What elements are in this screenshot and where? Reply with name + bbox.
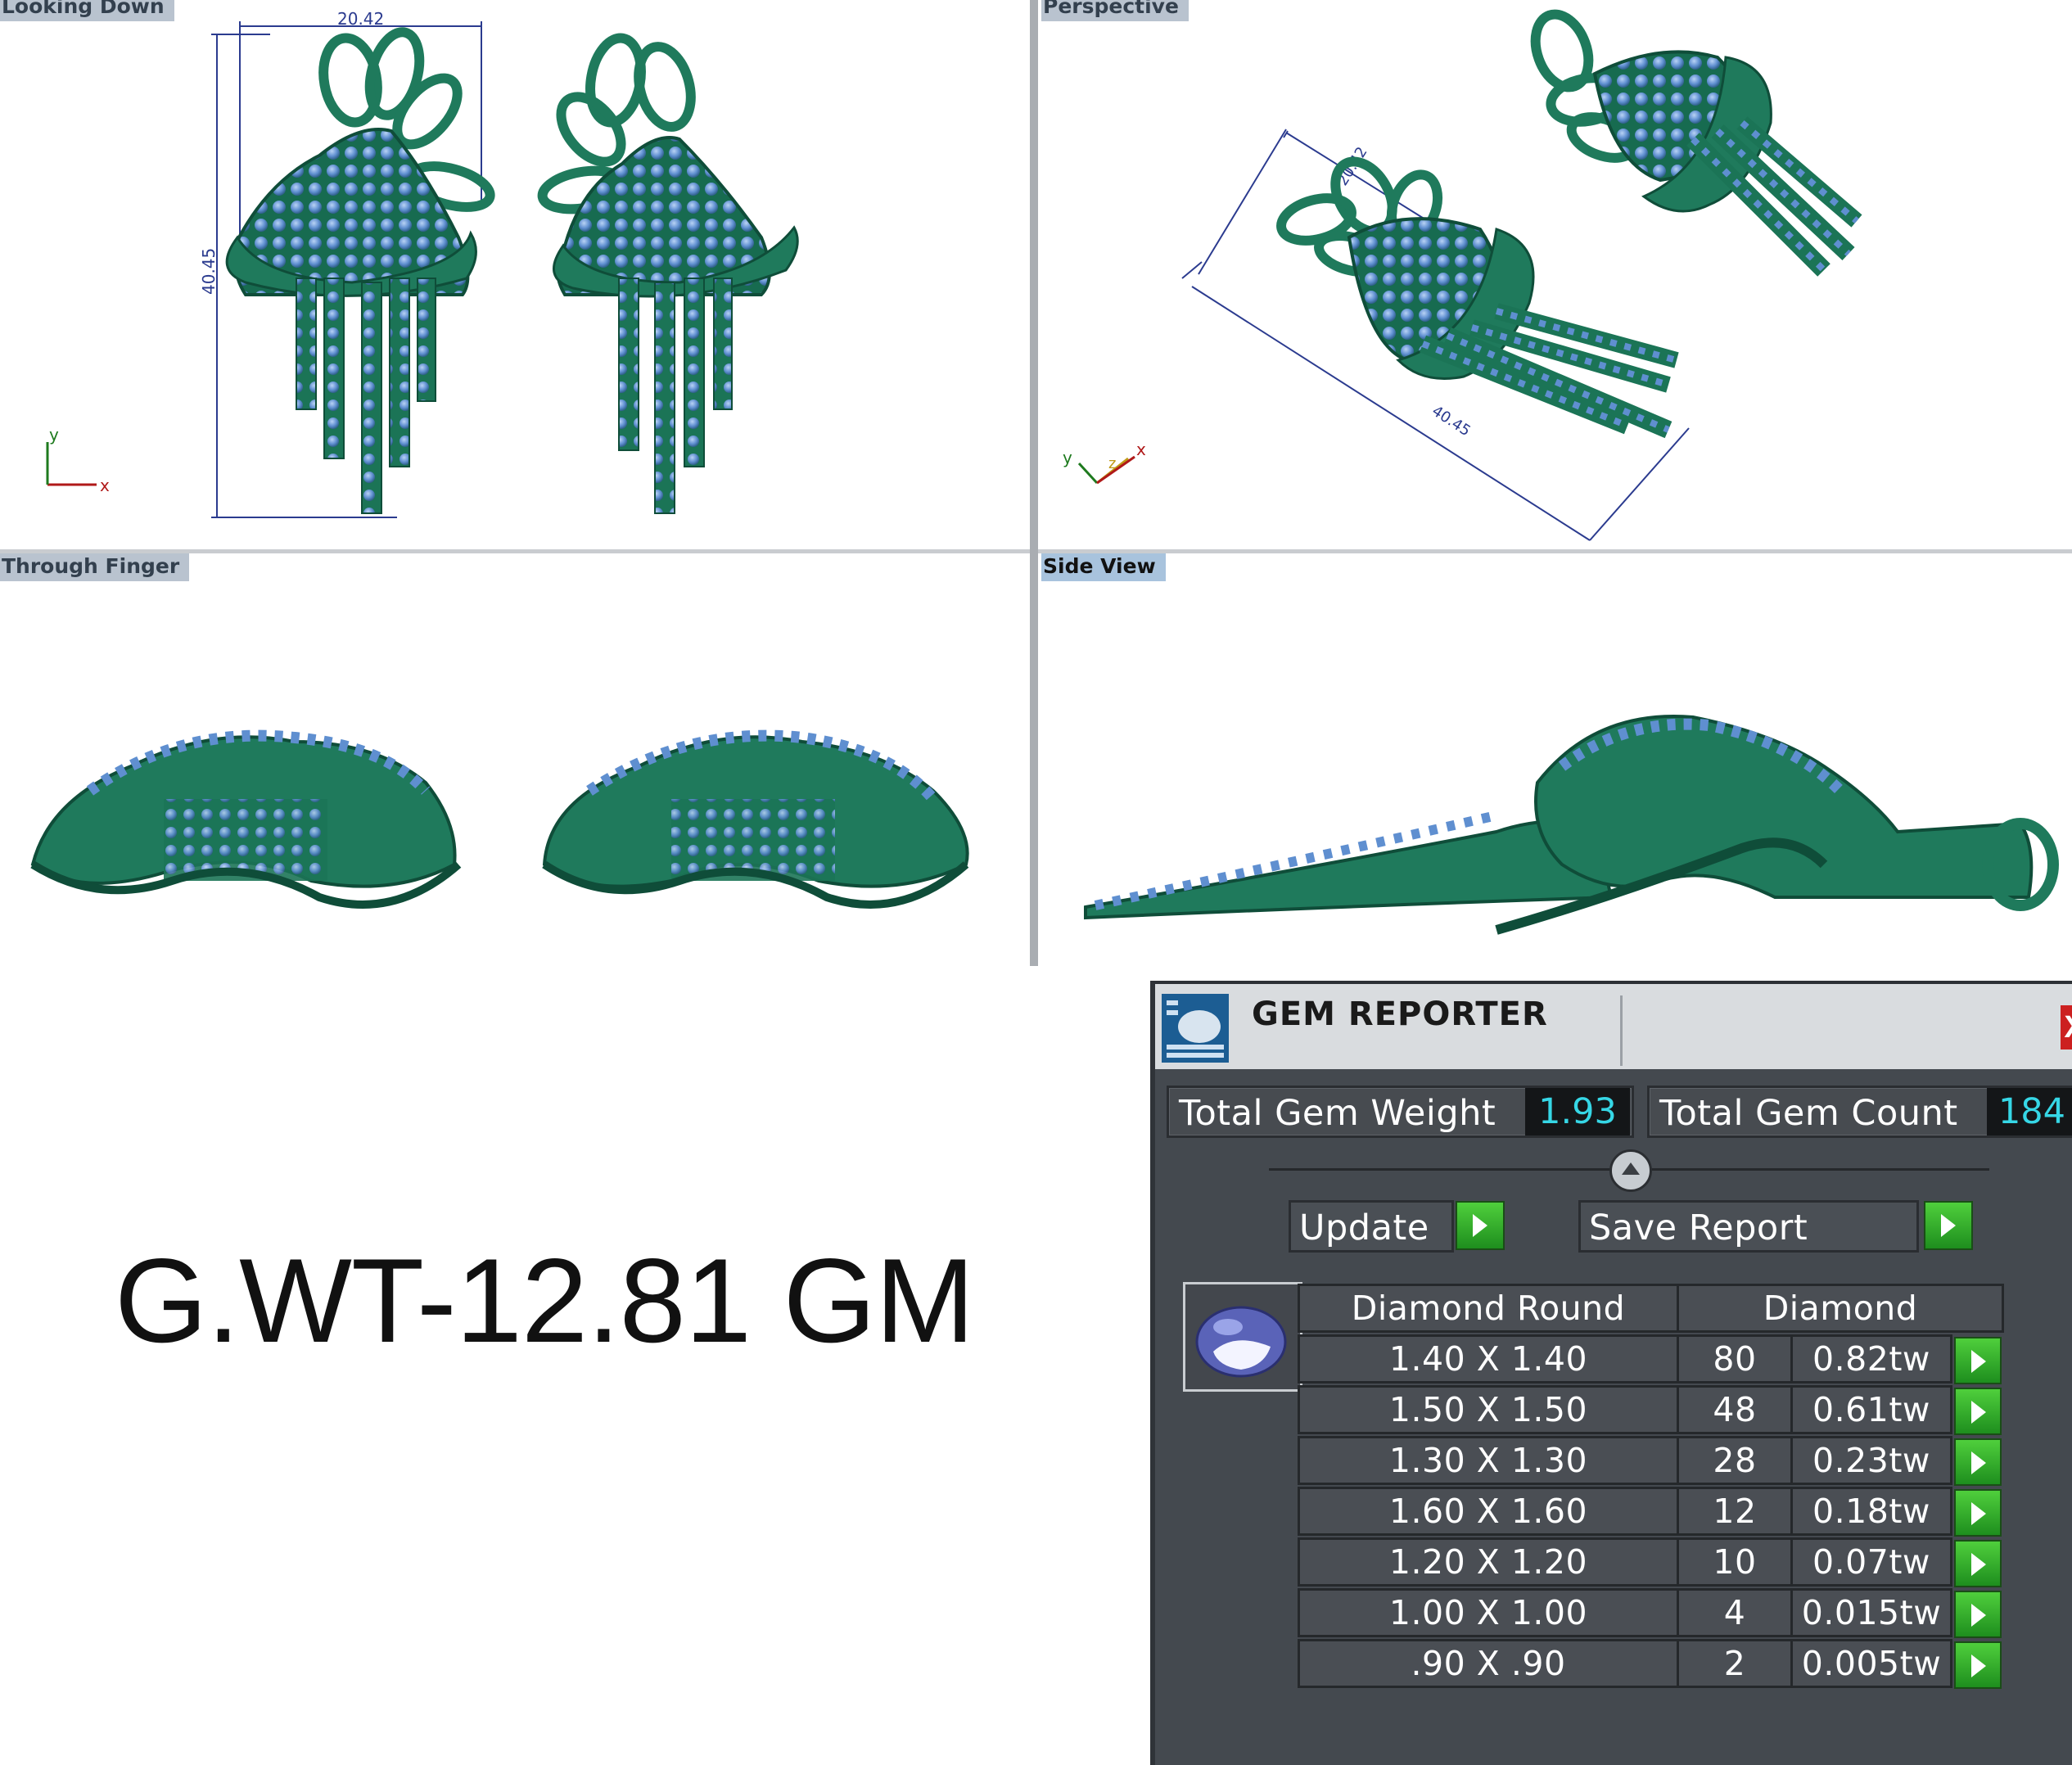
dim-length-label: 40.45 — [1429, 403, 1474, 440]
total-gem-weight-value: 1.93 — [1525, 1088, 1630, 1135]
row-count: 48 — [1677, 1385, 1793, 1434]
collapse-knob-icon[interactable] — [1609, 1149, 1652, 1192]
earring-perspective-view: 20.42 40.45 y z x — [1063, 9, 1862, 541]
earring-back — [1530, 9, 1862, 277]
row-count: 10 — [1677, 1537, 1793, 1587]
row-go-icon[interactable] — [1954, 1438, 2002, 1486]
row-count: 4 — [1677, 1588, 1793, 1637]
earring-right-front — [542, 729, 969, 909]
update-button-label: Update — [1299, 1208, 1429, 1248]
row-weight: 0.82tw — [1790, 1334, 1952, 1384]
viewport-perspective[interactable]: 20.42 40.45 y z x Perspective — [1038, 0, 2072, 549]
dim-height-label: 40.45 — [199, 248, 219, 295]
row-size: 1.60 X 1.60 — [1298, 1487, 1679, 1536]
row-size: 1.50 X 1.50 — [1298, 1385, 1679, 1434]
viewport-label[interactable]: Side View — [1041, 553, 1166, 581]
save-report-button-label: Save Report — [1589, 1208, 1808, 1248]
axis-y-label: y — [49, 425, 59, 445]
row-size: .90 X .90 — [1298, 1639, 1679, 1688]
row-size: 1.20 X 1.20 — [1298, 1537, 1679, 1587]
close-icon[interactable]: X — [2061, 1005, 2072, 1050]
save-report-go-icon[interactable] — [1924, 1201, 1973, 1250]
row-size: 1.30 X 1.30 — [1298, 1436, 1679, 1485]
earring-left-front — [30, 729, 462, 909]
row-size: 1.40 X 1.40 — [1298, 1334, 1679, 1384]
row-go-icon[interactable] — [1954, 1540, 2002, 1587]
viewport-label[interactable]: Perspective — [1041, 0, 1189, 21]
row-weight: 0.18tw — [1790, 1487, 1952, 1536]
row-weight: 0.61tw — [1790, 1385, 1952, 1434]
row-count: 28 — [1677, 1436, 1793, 1485]
total-gem-weight-label: Total Gem Weight — [1179, 1093, 1496, 1134]
gross-weight-text: G.WT-12.81 GM — [115, 1234, 975, 1367]
total-gem-weight-field: Total Gem Weight 1.93 — [1167, 1086, 1634, 1138]
row-go-icon[interactable] — [1954, 1337, 2002, 1384]
earring-top-view: 20.42 40.45 x y — [46, 9, 799, 518]
axis-z-label: z — [1108, 455, 1116, 472]
update-button[interactable]: Update — [1289, 1200, 1454, 1253]
row-weight: 0.07tw — [1790, 1537, 1952, 1587]
earring-front — [1276, 156, 1679, 439]
axis-x-label: x — [1136, 440, 1146, 459]
save-report-button[interactable]: Save Report — [1578, 1200, 1919, 1253]
earring-side-view — [1084, 715, 2059, 935]
total-gem-count-field: Total Gem Count 184 — [1647, 1086, 2072, 1138]
viewport-side-view[interactable]: Side View — [1038, 553, 2072, 966]
viewport-label[interactable]: Through Finger — [0, 553, 190, 581]
row-weight: 0.23tw — [1790, 1436, 1952, 1485]
earring-left — [225, 27, 495, 514]
row-go-icon[interactable] — [1954, 1489, 2002, 1537]
earring-right — [537, 33, 799, 514]
table-header-material: Diamond — [1677, 1284, 2004, 1333]
axis-y-label: y — [1063, 448, 1072, 467]
row-size: 1.00 X 1.00 — [1298, 1588, 1679, 1637]
titlebar-separator — [1620, 995, 1623, 1066]
viewport-divider-vertical — [1030, 0, 1038, 966]
viewport-through-finger[interactable]: Through Finger — [0, 553, 1030, 966]
axis-x-label: x — [100, 476, 110, 495]
gem-reporter-title: GEM REPORTER — [1252, 995, 1548, 1033]
row-count: 80 — [1677, 1334, 1793, 1384]
dim-width-label: 20.42 — [337, 9, 384, 29]
update-go-icon[interactable] — [1456, 1201, 1505, 1250]
row-weight: 0.005tw — [1790, 1639, 1952, 1688]
table-header-shape: Diamond Round — [1298, 1284, 1679, 1333]
row-weight: 0.015tw — [1790, 1588, 1952, 1637]
row-go-icon[interactable] — [1954, 1388, 2002, 1435]
row-count: 12 — [1677, 1487, 1793, 1536]
row-go-icon[interactable] — [1954, 1641, 2002, 1689]
row-count: 2 — [1677, 1639, 1793, 1688]
viewport-looking-down[interactable]: 20.42 40.45 x y Looking Down — [0, 0, 1030, 549]
total-gem-count-label: Total Gem Count — [1659, 1093, 1958, 1134]
viewport-label[interactable]: Looking Down — [0, 0, 174, 21]
total-gem-count-value: 184 — [1987, 1088, 2072, 1135]
gem-reporter-titlebar: GEM REPORTER X — [1155, 984, 2072, 1069]
earring-front-view — [30, 729, 969, 909]
gem-reporter-logo-icon — [1162, 994, 1229, 1063]
round-diamond-icon — [1183, 1282, 1302, 1392]
row-go-icon[interactable] — [1954, 1591, 2002, 1638]
